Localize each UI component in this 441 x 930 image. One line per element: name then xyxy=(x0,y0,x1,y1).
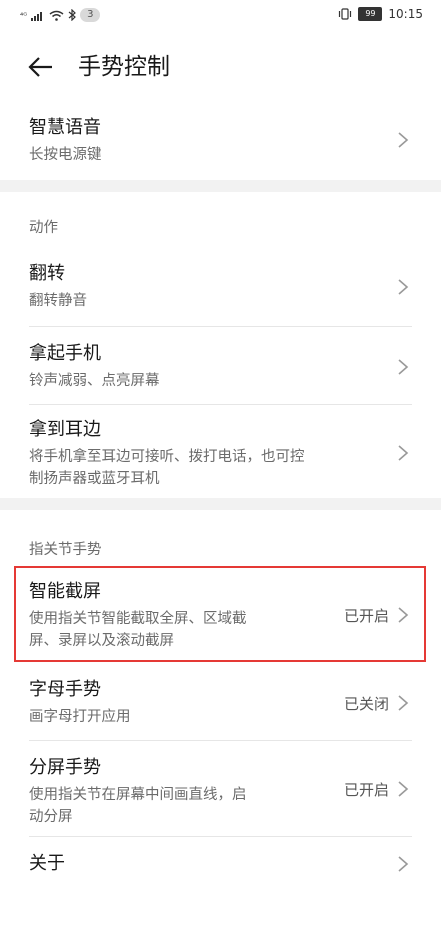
status-value: 已关闭 xyxy=(343,695,389,713)
highlight-box xyxy=(14,566,426,662)
chevron-right-icon xyxy=(398,856,409,872)
divider xyxy=(29,740,412,741)
row-title: 字母手势 xyxy=(29,679,101,700)
status-right: 99 10:15 xyxy=(338,7,423,21)
section-label-actions: 动作 xyxy=(29,220,58,236)
row-subtitle: 长按电源键 xyxy=(29,147,102,163)
divider xyxy=(29,404,412,405)
row-split-screen-gesture[interactable]: 分屏手势 使用指关节在屏幕中间画直线，启 动分屏 已开启 xyxy=(0,752,441,832)
row-pick-up[interactable]: 拿起手机 铃声减弱、点亮屏幕 xyxy=(0,338,441,402)
row-subtitle-line1: 将手机拿至耳边可接听、拨打电话，也可控 xyxy=(29,449,305,465)
status-value: 已开启 xyxy=(343,781,389,799)
row-title: 分屏手势 xyxy=(29,757,101,778)
row-title: 翻转 xyxy=(29,263,65,284)
bluetooth-icon xyxy=(68,9,76,21)
row-subtitle-line2: 动分屏 xyxy=(29,809,73,825)
row-title: 智慧语音 xyxy=(29,117,101,138)
row-subtitle: 铃声减弱、点亮屏幕 xyxy=(29,373,160,389)
chevron-right-icon xyxy=(398,781,409,797)
network-type: ⁴ᴳ xyxy=(20,10,28,20)
divider xyxy=(29,326,412,327)
row-subtitle: 画字母打开应用 xyxy=(29,709,131,725)
vibrate-icon xyxy=(339,8,352,20)
row-subtitle: 翻转静音 xyxy=(29,293,87,309)
chevron-right-icon xyxy=(398,279,409,295)
row-title: 拿到耳边 xyxy=(29,419,101,440)
clock: 10:15 xyxy=(388,7,423,21)
wifi-icon xyxy=(49,10,64,21)
status-left: ⁴ᴳ 3 xyxy=(20,8,101,22)
signal-icon xyxy=(31,11,43,21)
chevron-right-icon xyxy=(398,445,409,461)
notification-badge: 3 xyxy=(80,8,101,22)
arrow-left-icon[interactable] xyxy=(26,52,56,82)
row-subtitle-line2: 制扬声器或蓝牙耳机 xyxy=(29,471,160,487)
divider xyxy=(29,836,412,837)
row-about[interactable]: 关于 xyxy=(0,848,441,884)
status-bar: ⁴ᴳ 3 99 10:15 xyxy=(0,0,441,32)
chevron-right-icon xyxy=(398,695,409,711)
row-subtitle-line1: 使用指关节在屏幕中间画直线，启 xyxy=(29,787,247,803)
row-raise-to-ear[interactable]: 拿到耳边 将手机拿至耳边可接听、拨打电话，也可控 制扬声器或蓝牙耳机 xyxy=(0,414,441,494)
row-smart-voice[interactable]: 智慧语音 长按电源键 xyxy=(0,110,441,174)
page-title: 手势控制 xyxy=(78,54,170,80)
section-label-knuckle: 指关节手势 xyxy=(29,542,102,558)
app-header: 手势控制 xyxy=(0,40,441,96)
settings-page: ⁴ᴳ 3 99 10:15 手势控制 智慧语音 长按电源键 动作 翻转 翻转静音… xyxy=(0,0,441,930)
row-title: 关于 xyxy=(29,853,65,874)
section-gap xyxy=(0,498,441,510)
row-title: 拿起手机 xyxy=(29,343,101,364)
battery-icon: 99 xyxy=(358,7,383,21)
chevron-right-icon xyxy=(398,132,409,148)
row-letter-gesture[interactable]: 字母手势 画字母打开应用 已关闭 xyxy=(0,676,441,736)
row-flip[interactable]: 翻转 翻转静音 xyxy=(0,258,441,322)
chevron-right-icon xyxy=(398,359,409,375)
section-gap xyxy=(0,180,441,192)
